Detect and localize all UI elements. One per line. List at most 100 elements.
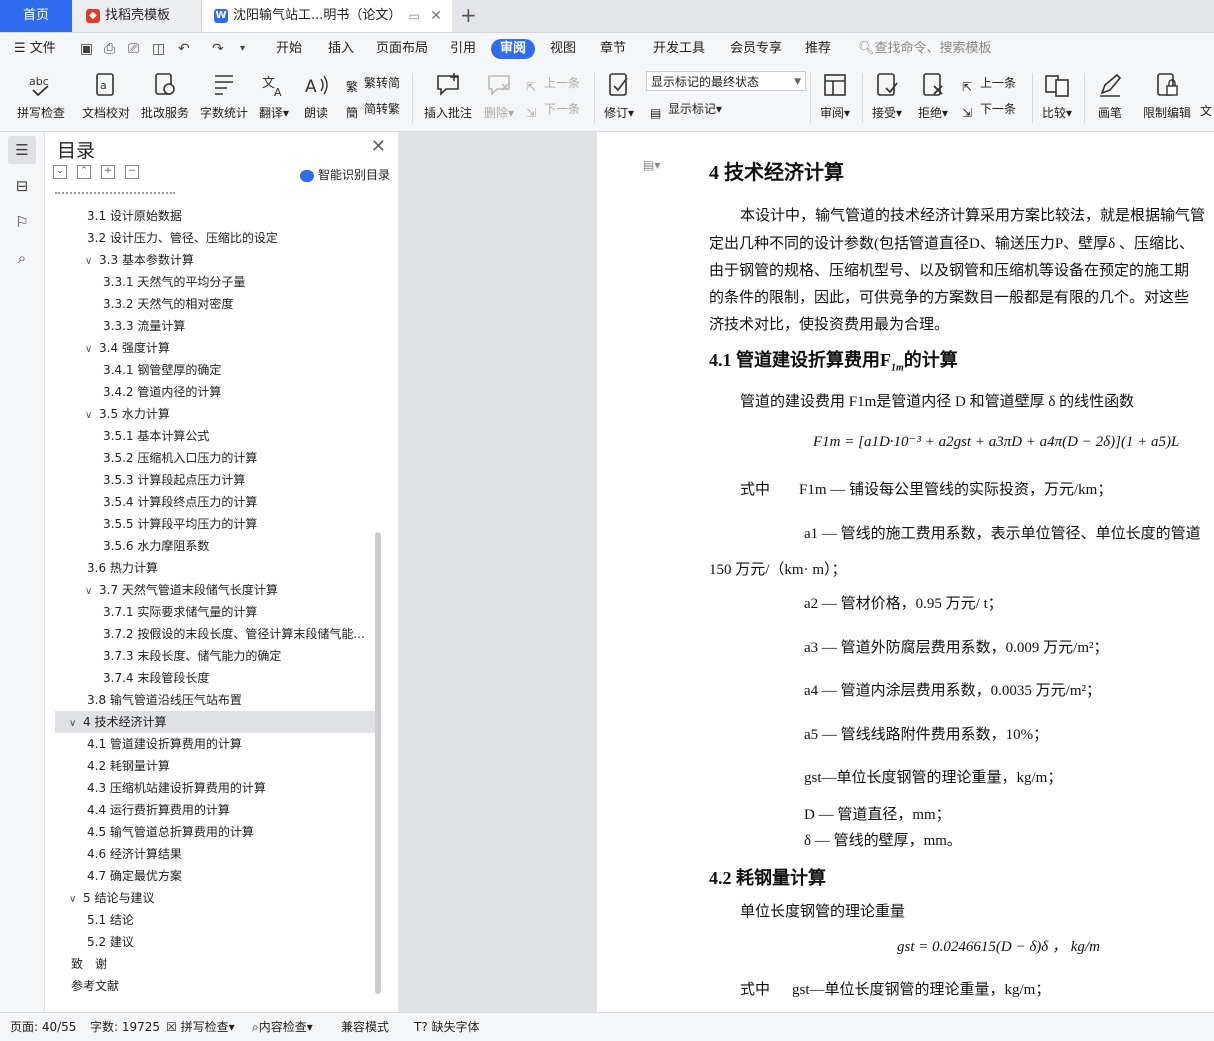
bookmark-icon[interactable]: ⚐ xyxy=(8,208,36,236)
toc-item[interactable]: ∨ 3.3 基本参数计算 xyxy=(55,249,375,271)
toc-item[interactable]: 4.7 确定最优方案 xyxy=(55,865,375,887)
toc-item[interactable]: 3.7.4 末段管段长度 xyxy=(55,667,375,689)
accept-button[interactable]: 接受▾ xyxy=(868,65,906,131)
toc-item[interactable]: 3.5.5 计算段平均压力的计算 xyxy=(55,513,375,535)
toc-item[interactable]: 4.1 管道建设折算费用的计算 xyxy=(55,733,375,755)
redo-icon[interactable]: ↷ xyxy=(212,33,224,65)
print-icon[interactable]: ⎚ xyxy=(128,33,139,65)
toc-item[interactable]: 3.5.3 计算段起点压力计算 xyxy=(55,469,375,491)
insert-comment-button[interactable]: 插入批注 xyxy=(420,65,476,131)
collapse-all-icon[interactable]: − xyxy=(125,165,139,179)
menu-start[interactable]: 开始 xyxy=(276,33,302,65)
spell-check-button[interactable]: abc 拼写检查 xyxy=(10,65,72,131)
document-page[interactable]: ▤▾ 4 技术经济计算 本设计中，输气管道的技术经济计算采用方案比较法，就是根据… xyxy=(597,132,1214,1012)
chevron-down-icon[interactable]: ∨ xyxy=(85,339,99,359)
toc-item[interactable]: 3.8 输气管道沿线压气站布置 xyxy=(55,689,375,711)
close-icon[interactable]: ✕ xyxy=(371,136,386,157)
word-count-button[interactable]: 字数统计 xyxy=(198,65,250,131)
to-traditional-button[interactable]: 繁繁转简 xyxy=(346,73,400,94)
toc-item[interactable]: ∨ 3.4 强度计算 xyxy=(55,337,375,359)
read-aloud-button[interactable]: A 朗读 xyxy=(300,65,332,131)
toc-item[interactable]: 3.4.2 管道内径的计算 xyxy=(55,381,375,403)
tab-template[interactable]: ◆ 找稻壳模板 xyxy=(72,0,202,32)
prev-comment-button[interactable]: ⇱ 上一条 xyxy=(526,73,580,94)
toc-item[interactable]: 致 谢 xyxy=(55,953,375,975)
outline-icon[interactable]: ⊟ xyxy=(8,172,36,200)
toc-item[interactable]: 3.7.3 末段长度、储气能力的确定 xyxy=(55,645,375,667)
chevron-down-icon[interactable]: ∨ xyxy=(69,713,83,733)
find-icon[interactable]: ⌕ xyxy=(8,244,36,272)
toc-item[interactable]: ∨ 5 结论与建议 xyxy=(55,887,375,909)
undo-icon[interactable]: ↶ xyxy=(178,33,190,65)
expand-all-icon[interactable]: + xyxy=(101,165,115,179)
paragraph-menu-icon[interactable]: ▤▾ xyxy=(643,158,660,173)
toc-item[interactable]: 5.1 结论 xyxy=(55,909,375,931)
next-comment-button[interactable]: ⇲ 下一条 xyxy=(526,99,580,120)
save-icon[interactable]: ▣ xyxy=(80,33,93,65)
menu-chapter[interactable]: 章节 xyxy=(600,33,626,65)
toc-item[interactable]: 3.4.1 钢管壁厚的确定 xyxy=(55,359,375,381)
menu-recommend[interactable]: 推荐 xyxy=(805,33,831,65)
delete-comment-button[interactable]: 删除▾ xyxy=(480,65,518,131)
toc-item[interactable]: 3.5.1 基本计算公式 xyxy=(55,425,375,447)
toc-item[interactable]: 4.4 运行费折算费用的计算 xyxy=(55,799,375,821)
chevron-down-icon[interactable]: ∨ xyxy=(85,405,99,425)
revise-button[interactable]: 修订▾ xyxy=(600,65,638,131)
quick-access-dropdown-icon[interactable]: ▾ xyxy=(240,33,245,65)
tab-home[interactable]: 首页 xyxy=(0,0,72,32)
close-tab-icon[interactable]: ✕ xyxy=(430,0,442,32)
toc-item[interactable]: 3.5.2 压缩机入口压力的计算 xyxy=(55,447,375,469)
translate-button[interactable]: 文A 翻译▾ xyxy=(256,65,292,131)
menu-review[interactable]: 审阅 xyxy=(491,39,536,59)
toc-item[interactable]: 4.2 耗钢量计算 xyxy=(55,755,375,777)
export-pdf-icon[interactable]: ⎙ xyxy=(104,33,115,65)
show-markup-button[interactable]: ▤ 显示标记▾ xyxy=(650,99,722,120)
word-count-indicator[interactable]: 字数: 19725 xyxy=(90,1013,160,1041)
review-pane-button[interactable]: 审阅▾ xyxy=(816,65,854,131)
file-menu[interactable]: ☰ 文件 xyxy=(14,33,56,65)
toc-item[interactable]: 3.7.2 按假设的末段长度、管径计算末段储气能... xyxy=(55,623,375,645)
toc-item[interactable]: 3.1 设计原始数据 xyxy=(55,205,375,227)
toc-panel-icon[interactable]: ☰ xyxy=(8,136,36,164)
smart-toc-button[interactable]: 智能识别目录 xyxy=(299,166,390,183)
menu-page-layout[interactable]: 页面布局 xyxy=(376,33,428,65)
doc-proof-button[interactable]: a 文档校对 xyxy=(80,65,132,131)
toc-item[interactable]: 3.7.1 实际要求储气量的计算 xyxy=(55,601,375,623)
chevron-down-icon[interactable]: ∨ xyxy=(85,251,99,271)
tab-document[interactable]: W 沈阳输气站工...明书（论文） ▭ ✕ xyxy=(202,0,452,32)
new-tab-button[interactable]: + xyxy=(460,0,477,32)
next-change-button[interactable]: ⇲ 下一条 xyxy=(962,99,1016,120)
toc-item[interactable]: 3.2 设计压力、管径、压缩比的设定 xyxy=(55,227,375,249)
ribbon-overflow-label[interactable]: 文 xyxy=(1200,101,1212,121)
compare-button[interactable]: 比较▾ xyxy=(1038,65,1076,131)
toc-item[interactable]: ∨ 3.5 水力计算 xyxy=(55,403,375,425)
menu-developer[interactable]: 开发工具 xyxy=(653,33,705,65)
toc-item[interactable]: ∨ 3.7 天然气管道末段储气长度计算 xyxy=(55,579,375,601)
missing-font-status[interactable]: T? 缺失字体 xyxy=(414,1013,480,1041)
menu-member[interactable]: 会员专享 xyxy=(730,33,782,65)
to-simplified-button[interactable]: 簡简转繁 xyxy=(346,99,400,120)
spell-check-status[interactable]: ☒ 拼写检查▾ xyxy=(166,1013,235,1041)
toc-item[interactable]: 3.5.4 计算段终点压力的计算 xyxy=(55,491,375,513)
print-preview-icon[interactable]: ◫ xyxy=(152,33,165,65)
markup-state-select[interactable]: 显示标记的最终状态 ▼ xyxy=(646,71,806,91)
toc-item[interactable]: 3.5.6 水力摩阻系数 xyxy=(55,535,375,557)
reject-button[interactable]: 拒绝▾ xyxy=(914,65,952,131)
chevron-down-icon[interactable]: ∨ xyxy=(69,889,83,909)
toc-item[interactable]: 3.3.3 流量计算 xyxy=(55,315,375,337)
expand-level-icon[interactable]: ⌃ xyxy=(77,165,91,179)
menu-insert[interactable]: 插入 xyxy=(328,33,354,65)
toc-item-clipped[interactable] xyxy=(55,190,175,194)
content-check-status[interactable]: ⌕内容检查▾ xyxy=(252,1013,313,1041)
toc-item[interactable]: ∨ 4 技术经济计算 xyxy=(55,711,375,733)
toc-item[interactable]: 4.5 输气管道总折算费用的计算 xyxy=(55,821,375,843)
toc-item[interactable]: 3.3.1 天然气的平均分子量 xyxy=(55,271,375,293)
toc-item[interactable]: 3.6 热力计算 xyxy=(55,557,375,579)
prev-change-button[interactable]: ⇱ 上一条 xyxy=(962,73,1016,94)
collapse-level-icon[interactable]: ⌄ xyxy=(53,165,67,179)
pin-icon[interactable]: ▭ xyxy=(409,0,420,32)
command-search[interactable]: 🔍︎查找命令、搜索模板 xyxy=(858,33,992,65)
toc-item[interactable]: 4.6 经济计算结果 xyxy=(55,843,375,865)
toc-item[interactable]: 3.3.2 天然气的相对密度 xyxy=(55,293,375,315)
chevron-down-icon[interactable]: ∨ xyxy=(85,581,99,601)
